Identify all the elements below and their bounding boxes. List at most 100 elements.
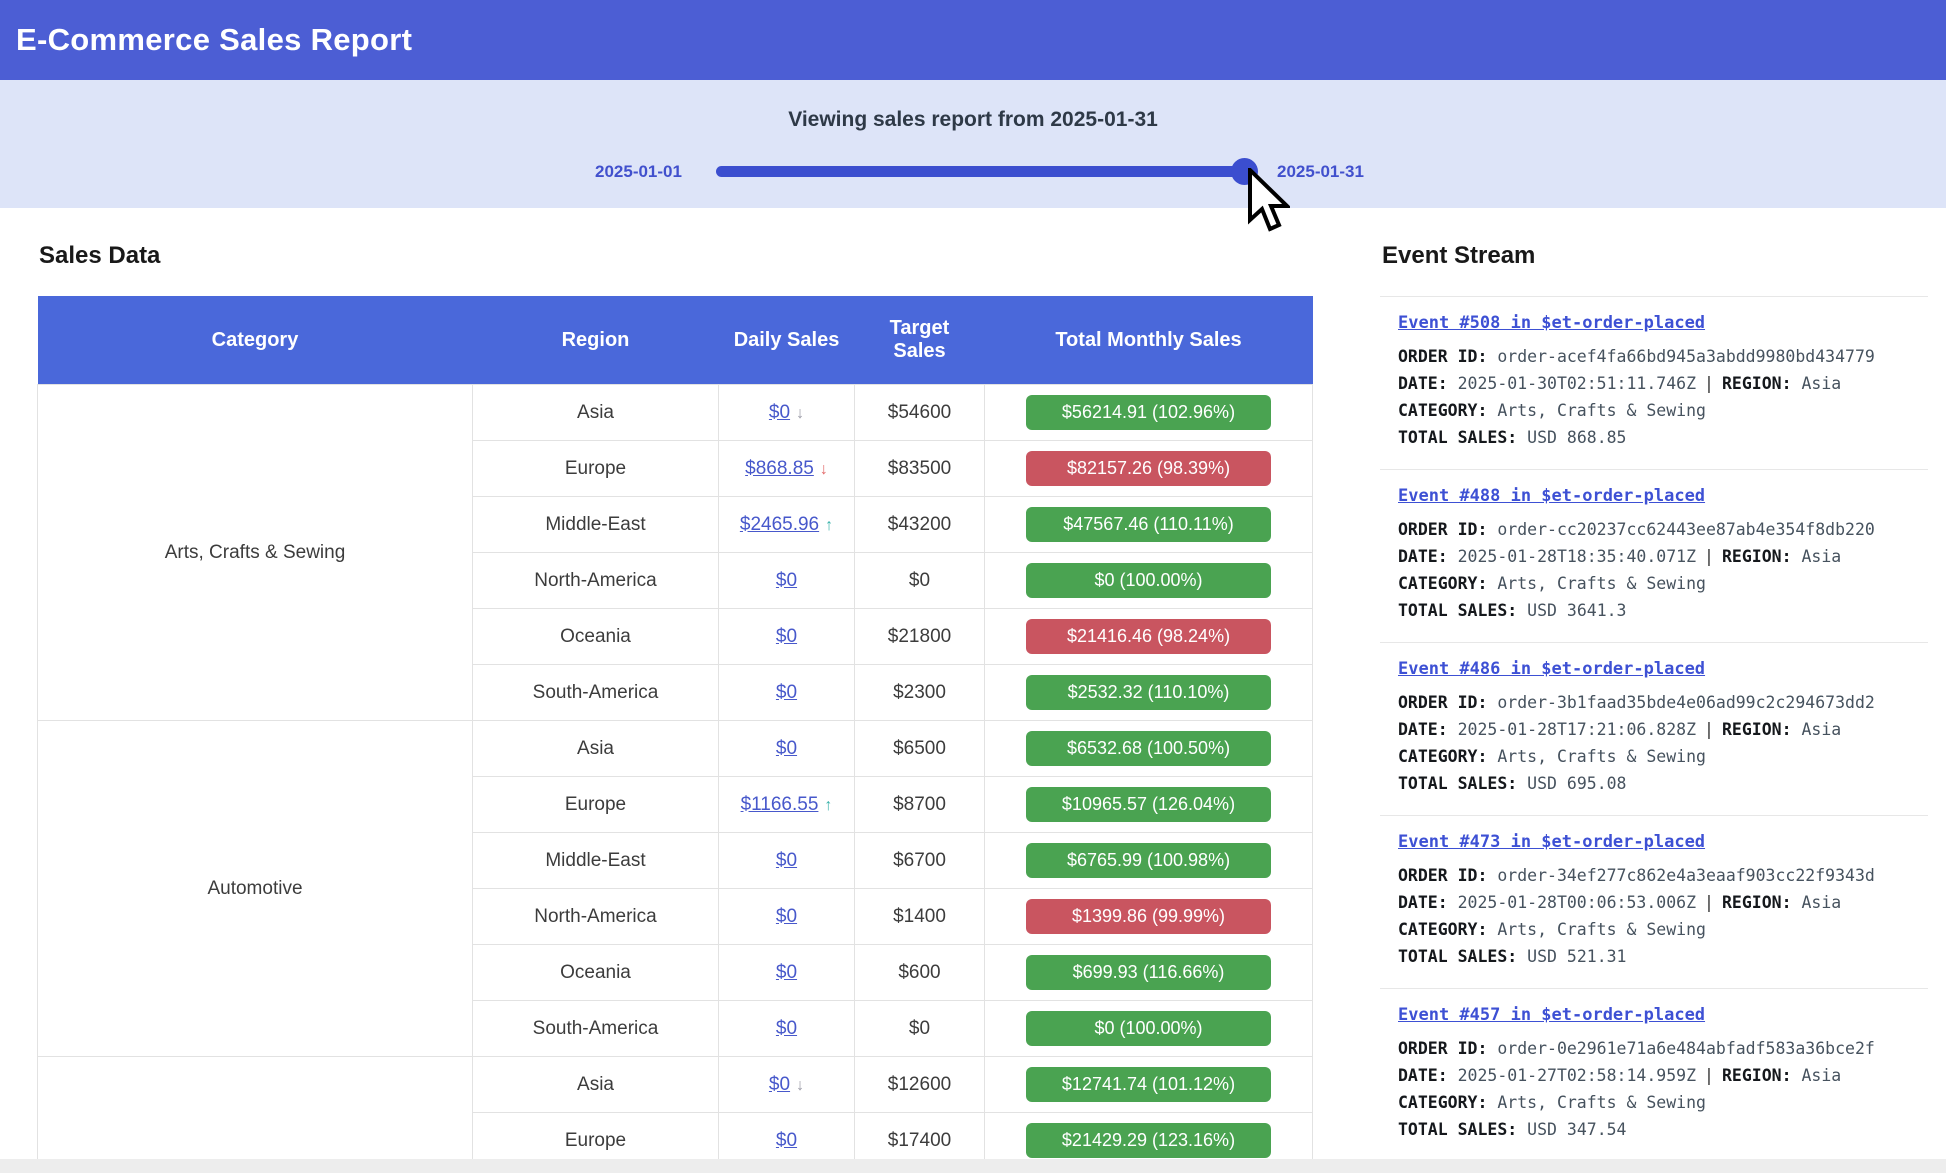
event-card: Event #488 in $et-order-placedORDER ID: … xyxy=(1380,469,1928,642)
daily-sales-cell: $0 xyxy=(719,833,855,889)
monthly-sales-cell: $2532.32 (110.10%) xyxy=(985,665,1313,721)
daily-sales-link[interactable]: $0 xyxy=(776,850,797,871)
daily-sales-link[interactable]: $0 xyxy=(776,738,797,759)
daily-sales-cell: $0 xyxy=(719,553,855,609)
daily-sales-link[interactable]: $2465.96 xyxy=(740,514,819,535)
event-detail-line: TOTAL SALES: USD 695.08 xyxy=(1398,770,1928,797)
daily-sales-cell: $1166.55 ↑ xyxy=(719,777,855,833)
sales-table-body: Arts, Crafts & SewingAsia$0↓$54600$56214… xyxy=(38,385,1313,1169)
monthly-sales-cell: $47567.46 (110.11%) xyxy=(985,497,1313,553)
event-detail-line: TOTAL SALES: USD 347.54 xyxy=(1398,1116,1928,1143)
monthly-sales-cell: $0 (100.00%) xyxy=(985,553,1313,609)
event-title-link[interactable]: Event #457 in $et-order-placed xyxy=(1398,1005,1705,1025)
monthly-sales-badge: $1399.86 (99.99%) xyxy=(1026,899,1271,934)
slider-title: Viewing sales report from 2025-01-31 xyxy=(0,108,1946,132)
event-detail-line: CATEGORY: Arts, Crafts & Sewing xyxy=(1398,916,1928,943)
region-cell: North-America xyxy=(473,889,719,945)
monthly-sales-cell: $82157.26 (98.39%) xyxy=(985,441,1313,497)
date-slider-track[interactable] xyxy=(716,166,1247,177)
region-cell: Asia xyxy=(473,385,719,441)
monthly-sales-cell: $21416.46 (98.24%) xyxy=(985,609,1313,665)
event-detail-line: TOTAL SALES: USD 521.31 xyxy=(1398,943,1928,970)
monthly-sales-badge: $699.93 (116.66%) xyxy=(1026,955,1271,990)
region-cell: Middle-East xyxy=(473,833,719,889)
event-title-link[interactable]: Event #486 in $et-order-placed xyxy=(1398,659,1705,679)
daily-sales-link[interactable]: $0 xyxy=(776,1130,797,1151)
daily-sales-cell: $0 xyxy=(719,609,855,665)
daily-sales-link[interactable]: $0 xyxy=(776,906,797,927)
daily-sales-cell: $0 xyxy=(719,889,855,945)
event-detail-line: ORDER ID: order-34ef277c862e4a3eaaf903cc… xyxy=(1398,862,1928,889)
region-cell: South-America xyxy=(473,665,719,721)
monthly-sales-badge: $2532.32 (110.10%) xyxy=(1026,675,1271,710)
daily-sales-link[interactable]: $0 xyxy=(776,1018,797,1039)
event-card: Event #486 in $et-order-placedORDER ID: … xyxy=(1380,642,1928,815)
daily-sales-link[interactable]: $0 xyxy=(776,682,797,703)
daily-sales-link[interactable]: $868.85 xyxy=(745,458,814,479)
daily-sales-cell: $0 xyxy=(719,721,855,777)
region-cell: Europe xyxy=(473,777,719,833)
monthly-sales-badge: $0 (100.00%) xyxy=(1026,1011,1271,1046)
event-detail-line: DATE: 2025-01-28T18:35:40.071Z|REGION: A… xyxy=(1398,543,1928,570)
daily-sales-cell: $0 xyxy=(719,1001,855,1057)
daily-sales-cell: $0 xyxy=(719,665,855,721)
event-detail-line: TOTAL SALES: USD 868.85 xyxy=(1398,424,1928,451)
daily-sales-cell: $0↓ xyxy=(719,1057,855,1113)
monthly-sales-cell: $699.93 (116.66%) xyxy=(985,945,1313,1001)
daily-sales-cell: $868.85↓ xyxy=(719,441,855,497)
monthly-sales-badge: $21416.46 (98.24%) xyxy=(1026,619,1271,654)
daily-sales-cell: $0 xyxy=(719,945,855,1001)
event-detail-line: CATEGORY: Arts, Crafts & Sewing xyxy=(1398,1089,1928,1116)
daily-sales-cell: $0↓ xyxy=(719,385,855,441)
event-stream-heading: Event Stream xyxy=(1382,242,1928,270)
slider-max-label: 2025-01-31 xyxy=(1277,162,1364,182)
daily-sales-link[interactable]: $0 xyxy=(769,402,790,423)
page-title: E-Commerce Sales Report xyxy=(16,22,412,58)
region-cell: North-America xyxy=(473,553,719,609)
monthly-sales-cell: $6765.99 (100.98%) xyxy=(985,833,1313,889)
column-header-daily-sales: Daily Sales xyxy=(719,296,855,385)
daily-sales-link[interactable]: $1166.55 xyxy=(741,794,819,815)
category-cell: Automotive xyxy=(38,721,473,1057)
region-cell: Middle-East xyxy=(473,497,719,553)
target-sales-cell: $6700 xyxy=(855,833,985,889)
target-sales-cell: $6500 xyxy=(855,721,985,777)
event-detail-line: DATE: 2025-01-28T00:06:53.006Z|REGION: A… xyxy=(1398,889,1928,916)
event-title-link[interactable]: Event #488 in $et-order-placed xyxy=(1398,486,1705,506)
monthly-sales-badge: $82157.26 (98.39%) xyxy=(1026,451,1271,486)
sales-data-heading: Sales Data xyxy=(39,242,1312,270)
monthly-sales-cell: $6532.68 (100.50%) xyxy=(985,721,1313,777)
event-card: Event #473 in $et-order-placed ORDER ID: … xyxy=(1380,815,1928,988)
monthly-sales-cell: $56214.91 (102.96%) xyxy=(985,385,1313,441)
table-row: AutomotiveAsia$0$6500$6532.68 (100.50%) xyxy=(38,721,1313,777)
daily-sales-cell: $2465.96↑ xyxy=(719,497,855,553)
table-row: Arts, Crafts & SewingAsia$0↓$54600$56214… xyxy=(38,385,1313,441)
region-cell: Europe xyxy=(473,441,719,497)
daily-sales-link[interactable]: $0 xyxy=(769,1074,790,1095)
sales-table: Category Region Daily Sales Target Sales… xyxy=(37,296,1313,1169)
daily-sales-link[interactable]: $0 xyxy=(776,626,797,647)
daily-sales-link[interactable]: $0 xyxy=(776,570,797,591)
trend-up-icon: ↑ xyxy=(824,797,832,815)
monthly-sales-badge: $21429.29 (123.16%) xyxy=(1026,1123,1271,1158)
target-sales-cell: $0 xyxy=(855,553,985,609)
event-detail-line: ORDER ID: order-0e2961e71a6e484abfadf583… xyxy=(1398,1035,1928,1062)
region-cell: Asia xyxy=(473,721,719,777)
event-detail-line: DATE: 2025-01-27T02:58:14.959Z|REGION: A… xyxy=(1398,1062,1928,1089)
target-sales-cell: $12600 xyxy=(855,1057,985,1113)
event-detail-line: CATEGORY: Arts, Crafts & Sewing xyxy=(1398,570,1928,597)
event-detail-line: CATEGORY: Arts, Crafts & Sewing xyxy=(1398,397,1928,424)
event-card: Event #508 in $et-order-placedORDER ID: … xyxy=(1380,296,1928,469)
table-row: Asia$0↓$12600$12741.74 (101.12%) xyxy=(38,1057,1313,1113)
event-title-link[interactable]: Event #508 in $et-order-placed xyxy=(1398,313,1705,333)
target-sales-cell: $0 xyxy=(855,1001,985,1057)
daily-sales-link[interactable]: $0 xyxy=(776,962,797,983)
monthly-sales-cell: $1399.86 (99.99%) xyxy=(985,889,1313,945)
date-slider-section: Viewing sales report from 2025-01-31 202… xyxy=(0,80,1946,208)
table-header-row: Category Region Daily Sales Target Sales… xyxy=(38,296,1313,385)
monthly-sales-badge: $0 (100.00%) xyxy=(1026,563,1271,598)
event-detail-line: CATEGORY: Arts, Crafts & Sewing xyxy=(1398,743,1928,770)
bottom-strip xyxy=(0,1159,1946,1173)
event-title-link[interactable]: Event #473 in $et-order-placed xyxy=(1398,832,1705,852)
target-sales-cell: $54600 xyxy=(855,385,985,441)
